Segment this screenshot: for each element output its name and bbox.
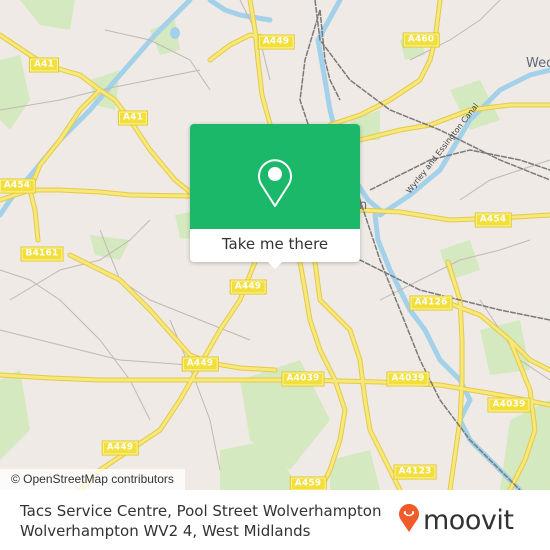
road-label-a4123: A4123 (393, 464, 437, 480)
road-label-a449: A449 (257, 34, 295, 50)
road-label-a4039: A4039 (386, 371, 430, 387)
road-label-a449: A449 (181, 356, 219, 372)
popup-header (190, 124, 360, 229)
popup-pointer (267, 261, 283, 269)
road-label-a4039: A4039 (487, 397, 531, 413)
moovit-logo[interactable]: moovit (398, 502, 514, 538)
address-line-1: Tacs Service Centre, Pool Street Wolverh… (20, 502, 382, 520)
take-me-there-button[interactable]: Take me there (190, 229, 360, 262)
address-line-2: Wolverhampton WV2 4, West Midlands (20, 522, 311, 540)
map-view[interactable]: A41 A41 A454 A449 A460 A454 B4161 A449 A… (0, 0, 550, 490)
moovit-pin-icon (398, 503, 420, 537)
moovit-wordmark: moovit (423, 504, 514, 536)
lakes (170, 27, 180, 39)
place-label-wednesfield: Wed (526, 56, 550, 71)
road-label-a460: A460 (402, 32, 440, 48)
road-label-b4161: B4161 (20, 246, 64, 262)
road-label-a454: A454 (0, 178, 36, 194)
road-label-a4126: A4126 (409, 295, 453, 311)
place-label-city-centre: n (359, 198, 368, 213)
road-label-a4039: A4039 (281, 371, 325, 387)
map-attribution[interactable]: © OpenStreetMap contributors (0, 469, 185, 490)
road-label-a454: A454 (474, 212, 512, 228)
destination-popup: Take me there (190, 124, 360, 269)
road-label-a41: A41 (28, 57, 60, 73)
road-label-a459: A459 (289, 476, 327, 490)
map-pin-icon (256, 156, 294, 212)
road-label-a41: A41 (117, 110, 149, 126)
address: Tacs Service Centre, Pool Street Wolverh… (20, 501, 400, 541)
road-label-a449: A449 (101, 440, 139, 456)
road-label-a449: A449 (229, 279, 267, 295)
footer: Tacs Service Centre, Pool Street Wolverh… (0, 490, 550, 550)
